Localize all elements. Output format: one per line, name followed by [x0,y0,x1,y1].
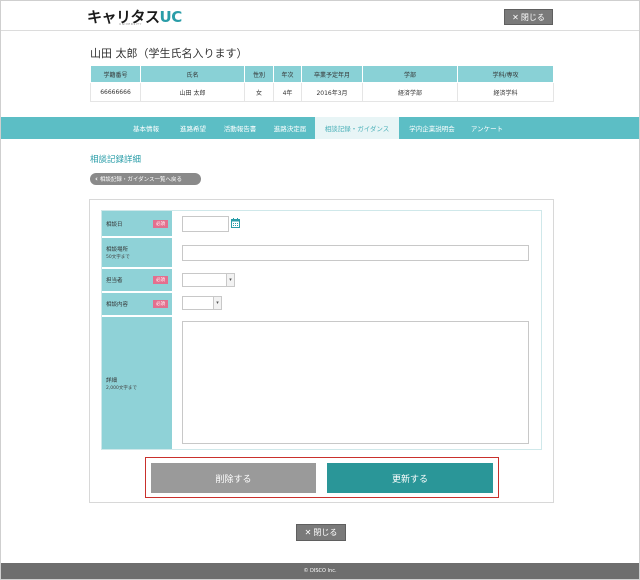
tab-basic-info[interactable]: 基本情報 [121,117,171,139]
cell-name: 山田 太郎 [140,82,245,102]
detail-textarea[interactable] [182,321,529,444]
required-badge: 必須 [153,300,168,308]
chevron-down-icon: ▾ [226,274,234,286]
field-staff: ▾ [172,269,541,293]
label-detail-text: 詳細 [106,377,118,384]
student-info-table: 学籍番号 氏名 性別 年次 卒業予定年月 学部 学科/専攻 66666666 山… [90,65,554,102]
col-name: 氏名 [140,65,245,83]
back-to-list-button[interactable]: ‹ 相談記録・ガイダンス一覧へ戻る [90,173,201,185]
tab-consultation[interactable]: 相談記録・ガイダンス [315,117,399,139]
col-student-id: 学籍番号 [90,65,141,83]
close-button-top[interactable]: ✕ 閉じる [504,9,553,25]
field-date [172,211,541,238]
field-detail [172,317,541,449]
main-nav: 基本情報 進路希望 活動報告書 進路決定届 相談記録・ガイダンス 学内企業説明会… [1,117,639,139]
close-label-top: 閉じる [520,12,545,22]
close-label-bottom: 閉じる [313,528,338,537]
tab-activity-report[interactable]: 活動報告書 [215,117,265,139]
delete-button[interactable]: 削除する [151,463,316,493]
logo-sub: UNIVERSITY [119,22,142,26]
consultation-panel: 相談日 必須 相談場所 50文字まで 担当者 必須 ▾ 相談内容 必須 ▾ 詳細… [89,199,554,503]
footer: © DISCO Inc. [1,563,639,579]
close-icon: ✕ [304,528,312,537]
row-detail: 詳細 2,000文字まで [102,317,541,449]
calendar-icon[interactable] [231,218,240,228]
close-icon: ✕ [512,12,519,22]
row-place: 相談場所 50文字まで [102,238,541,269]
header-bar: キャリタスUC UNIVERSITY ✕ 閉じる [1,1,639,31]
row-content: 相談内容 必須 ▾ [102,293,541,317]
student-info-header-row: 学籍番号 氏名 性別 年次 卒業予定年月 学部 学科/専攻 [90,65,554,83]
label-detail: 詳細 2,000文字まで [102,317,172,449]
chevron-left-icon: ‹ [95,175,98,183]
label-content: 相談内容 必須 [102,293,172,317]
label-detail-sub: 2,000文字まで [106,385,137,391]
staff-select[interactable]: ▾ [182,273,235,287]
field-place [172,238,541,269]
close-button-bottom[interactable]: ✕ 閉じる [296,524,346,541]
student-info-row: 66666666 山田 太郎 女 4年 2016年3月 経済学部 経済学科 [90,82,554,102]
label-date: 相談日 必須 [102,211,172,238]
student-name-heading: 山田 太郎（学生氏名入ります） [90,47,248,60]
date-input[interactable] [182,216,229,232]
place-input[interactable] [182,245,529,261]
page-title: 相談記録詳細 [90,155,142,165]
col-faculty: 学部 [362,65,458,83]
col-gender: 性別 [244,65,274,83]
label-staff: 担当者 必須 [102,269,172,293]
field-content: ▾ [172,293,541,317]
col-year: 年次 [273,65,302,83]
update-button[interactable]: 更新する [327,463,493,493]
cell-year: 4年 [273,82,302,102]
required-badge: 必須 [153,276,168,284]
copyright-text: © DISCO Inc. [303,568,337,574]
col-graduation: 卒業予定年月 [301,65,363,83]
row-staff: 担当者 必須 ▾ [102,269,541,293]
cell-department: 経済学科 [457,82,554,102]
tab-career-wish[interactable]: 進路希望 [171,117,215,139]
cell-graduation: 2016年3月 [301,82,363,102]
chevron-down-icon: ▾ [213,297,221,309]
action-buttons-group: 削除する 更新する [145,457,499,498]
tab-company-briefing[interactable]: 学内企業説明会 [399,117,465,139]
tab-career-decision[interactable]: 進路決定届 [265,117,315,139]
content-select[interactable]: ▾ [182,296,222,310]
cell-gender: 女 [244,82,274,102]
consultation-form: 相談日 必須 相談場所 50文字まで 担当者 必須 ▾ 相談内容 必須 ▾ 詳細… [101,210,542,450]
label-place-sub: 50文字まで [106,255,130,260]
row-date: 相談日 必須 [102,211,541,238]
tab-survey[interactable]: アンケート [465,117,509,139]
back-label: 相談記録・ガイダンス一覧へ戻る [99,177,183,183]
logo-accent: UC [159,8,183,26]
cell-student-id: 66666666 [90,82,141,102]
col-department: 学科/専攻 [457,65,554,83]
label-place-text: 相談場所 [106,247,129,253]
required-badge: 必須 [153,219,168,228]
cell-faculty: 経済学部 [362,82,458,102]
label-place: 相談場所 50文字まで [102,238,172,269]
